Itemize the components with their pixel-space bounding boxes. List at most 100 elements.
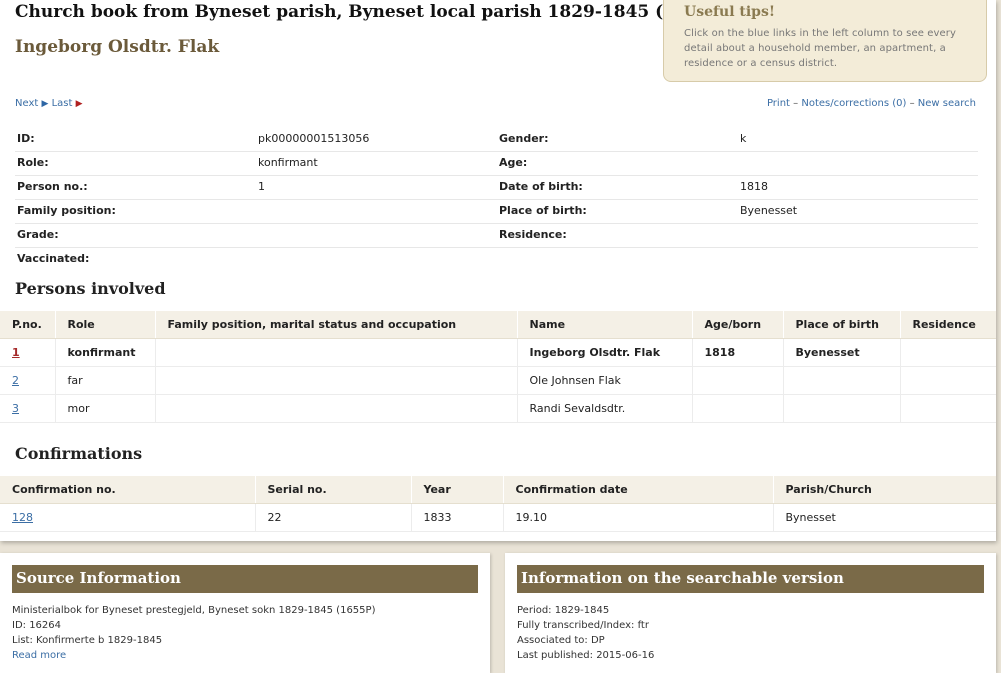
- vaccinated-value: [256, 248, 497, 272]
- residence-cell: [900, 366, 996, 395]
- table-row: 2 far Ole Johnsen Flak: [0, 366, 996, 395]
- name-cell: Ole Johnsen Flak: [517, 366, 693, 395]
- detail-row: ID: pk00000001513056 Gender: k: [15, 128, 980, 152]
- person-link[interactable]: 3: [12, 402, 19, 415]
- pno-cell: 1: [0, 338, 56, 367]
- born-cell: 1818: [692, 338, 784, 367]
- source-line: Ministerialbok for Byneset prestegjeld, …: [12, 605, 376, 616]
- separator: –: [909, 98, 915, 109]
- column-header: Confirmation no.: [0, 476, 256, 504]
- serial-cell: 22: [255, 503, 412, 532]
- source-information-panel: Source Information Ministerialbok for By…: [0, 553, 490, 673]
- role-cell: mor: [55, 394, 156, 423]
- parish-cell: Bynesset: [773, 503, 996, 532]
- detail-row: Role: konfirmant Age:: [15, 152, 980, 176]
- print-link[interactable]: Print: [767, 98, 790, 109]
- person-link[interactable]: 2: [12, 374, 19, 387]
- name-cell: Ingeborg Olsdtr. Flak: [517, 338, 693, 367]
- family-cell: [155, 366, 518, 395]
- born-cell: [692, 394, 784, 423]
- column-header: Residence: [900, 311, 996, 339]
- date-of-birth-label: Date of birth:: [497, 176, 738, 200]
- confirmations-table: Confirmation no. Serial no. Year Confirm…: [0, 476, 996, 532]
- notes-corrections-link[interactable]: Notes/corrections (0): [801, 98, 906, 109]
- age-value: [738, 152, 978, 176]
- place-of-birth-label: Place of birth:: [497, 200, 738, 224]
- pno-cell: 2: [0, 366, 56, 395]
- next-link[interactable]: Next: [15, 98, 38, 109]
- person-details: ID: pk00000001513056 Gender: k Role: kon…: [15, 128, 980, 272]
- family-cell: [155, 338, 518, 367]
- family-cell: [155, 394, 518, 423]
- person-link[interactable]: 1: [12, 346, 20, 359]
- confirmation-no-cell: 128: [0, 503, 256, 532]
- place-cell: [783, 366, 901, 395]
- gender-label: Gender:: [497, 128, 738, 152]
- detail-row: Vaccinated:: [15, 248, 980, 272]
- role-cell: far: [55, 366, 156, 395]
- searchable-version-heading: Information on the searchable version: [517, 565, 984, 593]
- table-row: 128 22 1833 19.10 Bynesset: [0, 503, 996, 532]
- table-header-row: P.no. Role Family position, marital stat…: [0, 311, 996, 339]
- column-header: Confirmation date: [503, 476, 774, 504]
- read-more-link[interactable]: Read more: [12, 650, 66, 661]
- date-of-birth-value: 1818: [738, 176, 978, 200]
- searchable-line: Last published: 2015-06-16: [517, 650, 655, 661]
- place-cell: [783, 394, 901, 423]
- table-header-row: Confirmation no. Serial no. Year Confirm…: [0, 476, 996, 504]
- column-header: Place of birth: [783, 311, 901, 339]
- searchable-version-panel: Information on the searchable version Pe…: [505, 553, 996, 673]
- source-information-body: Ministerialbok for Byneset prestegjeld, …: [0, 593, 490, 663]
- vaccinated-label: Vaccinated:: [17, 252, 90, 265]
- source-line: List: Konfirmerte b 1829-1845: [12, 635, 163, 646]
- next-arrow-icon: ▶: [41, 99, 49, 109]
- place-of-birth-value: Byenesset: [738, 200, 978, 224]
- last-arrow-icon: ▶: [75, 99, 83, 109]
- residence-cell: [900, 394, 996, 423]
- table-row: 3 mor Randi Sevaldsdtr.: [0, 394, 996, 423]
- person-name-heading: Ingeborg Olsdtr. Flak: [15, 37, 220, 57]
- family-position-label: Family position:: [15, 200, 256, 224]
- id-label: ID:: [15, 128, 256, 152]
- confirmations-heading: Confirmations: [15, 444, 143, 463]
- column-header: Year: [411, 476, 504, 504]
- source-line: ID: 16264: [12, 620, 62, 631]
- confirmation-link[interactable]: 128: [12, 511, 33, 524]
- column-header: Age/born: [692, 311, 784, 339]
- role-label: Role:: [15, 152, 256, 176]
- searchable-line: Fully transcribed/Index: ftr: [517, 620, 649, 631]
- source-information-heading: Source Information: [12, 565, 478, 593]
- persons-table: P.no. Role Family position, marital stat…: [0, 311, 996, 423]
- age-label: Age:: [497, 152, 738, 176]
- gender-value: k: [738, 128, 978, 152]
- searchable-line: Period: 1829-1845: [517, 605, 610, 616]
- record-navigation: Next ▶ Last ▶: [15, 98, 83, 109]
- page-actions: Print – Notes/corrections (0) – New sear…: [767, 98, 976, 109]
- new-search-link[interactable]: New search: [918, 98, 976, 109]
- tips-text: Click on the blue links in the left colu…: [684, 28, 957, 69]
- residence-label: Residence:: [497, 224, 738, 248]
- family-position-value: [256, 200, 497, 224]
- name-cell: Randi Sevaldsdtr.: [517, 394, 693, 423]
- grade-value: [256, 224, 497, 248]
- column-header: Role: [55, 311, 156, 339]
- column-header: Family position, marital status and occu…: [155, 311, 518, 339]
- column-header: P.no.: [0, 311, 56, 339]
- useful-tips-box: Useful tips! Click on the blue links in …: [663, 0, 987, 82]
- detail-row: Family position: Place of birth: Byeness…: [15, 200, 980, 224]
- place-cell: Byenesset: [783, 338, 901, 367]
- pno-cell: 3: [0, 394, 56, 423]
- page-title: Church book from Byneset parish, Byneset…: [15, 2, 732, 22]
- date-cell: 19.10: [503, 503, 774, 532]
- column-header: Name: [517, 311, 693, 339]
- role-cell: konfirmant: [55, 338, 156, 367]
- person-no-label: Person no.:: [15, 176, 256, 200]
- column-header: Parish/Church: [773, 476, 996, 504]
- born-cell: [692, 366, 784, 395]
- persons-involved-heading: Persons involved: [15, 279, 166, 298]
- residence-value: [738, 224, 978, 248]
- column-header: Serial no.: [255, 476, 412, 504]
- role-value: konfirmant: [256, 152, 497, 176]
- last-link[interactable]: Last: [52, 98, 73, 109]
- tips-title: Useful tips!: [684, 4, 775, 20]
